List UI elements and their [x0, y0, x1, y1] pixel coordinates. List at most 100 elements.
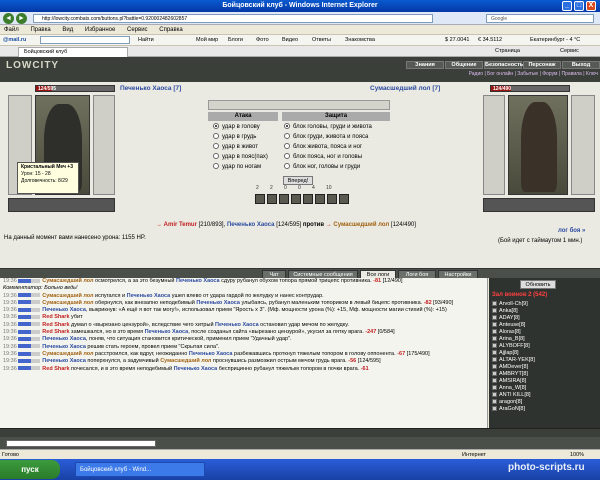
- log-player-name[interactable]: Сумасшедший лол: [160, 358, 211, 364]
- mailru-item-answers[interactable]: Ответы: [312, 35, 331, 45]
- log-player-name[interactable]: Сумасшедший лол: [42, 293, 93, 299]
- forward-button[interactable]: ►: [16, 13, 27, 24]
- minimize-button[interactable]: _: [562, 1, 572, 11]
- combat-log[interactable]: 19:36 Сумасшедший лол осмотрелся, а за э…: [0, 278, 488, 428]
- defense-radio[interactable]: [284, 163, 290, 170]
- log-player-name[interactable]: Печенько Хаоса: [145, 329, 189, 335]
- log-player-name[interactable]: Red Shark: [42, 314, 69, 320]
- player-nick[interactable]: AMBRYT[8]: [499, 371, 528, 377]
- defense-option-5[interactable]: блок ног, головы и груди: [284, 163, 360, 172]
- attack-radio[interactable]: [213, 163, 219, 170]
- log-player-name[interactable]: Red Shark: [42, 366, 69, 372]
- left-player-name[interactable]: Печенько Хаоса [7]: [120, 85, 181, 92]
- player-list-item[interactable]: Anna_W[8]: [492, 385, 535, 392]
- page-menu[interactable]: Страница: [495, 46, 520, 57]
- ability-icon[interactable]: [315, 194, 325, 204]
- mailru-item-photo[interactable]: Фото: [256, 35, 269, 45]
- log-player-name[interactable]: Печенько Хаоса: [42, 307, 86, 313]
- mailru-item-video[interactable]: Видео: [282, 35, 298, 45]
- nav-knowledge[interactable]: Знания: [406, 61, 444, 69]
- taskbar-item[interactable]: Бойцовский клуб - Wind...: [75, 462, 205, 477]
- attack-option-chest[interactable]: удар в грудь: [213, 133, 256, 142]
- vs-player-b[interactable]: Печенько Хаоса: [227, 222, 275, 228]
- nav-chat[interactable]: Общение: [445, 61, 483, 69]
- attack-option-groin[interactable]: удар в пояс(пах): [213, 153, 268, 162]
- log-player-name[interactable]: Red Shark: [42, 329, 69, 335]
- log-player-name[interactable]: Печенько Хаоса: [215, 322, 259, 328]
- defense-radio[interactable]: [284, 133, 290, 140]
- search-input[interactable]: Google: [486, 14, 594, 23]
- player-list-item[interactable]: Anka[8]: [492, 308, 535, 315]
- player-nick[interactable]: AraGoN[8]: [499, 406, 525, 412]
- player-nick[interactable]: AMSIRA[8]: [499, 378, 526, 384]
- attack-option-belly[interactable]: удар в живот: [213, 143, 258, 152]
- player-nick[interactable]: Arina_B[8]: [499, 336, 525, 342]
- battle-log-link[interactable]: лог боя »: [558, 228, 585, 234]
- maximize-button[interactable]: □: [574, 1, 584, 11]
- log-player-name[interactable]: Печенько Хаоса: [189, 351, 233, 357]
- log-player-name[interactable]: Печенько Хаоса: [127, 293, 171, 299]
- player-list-item[interactable]: ADAY[8]: [492, 315, 535, 322]
- menu-tools[interactable]: Сервис: [127, 27, 148, 33]
- right-avatar[interactable]: [508, 95, 568, 195]
- browser-tab[interactable]: Бойцовский клуб: [18, 47, 128, 57]
- mailru-logo[interactable]: @mail.ru: [3, 35, 26, 45]
- log-player-name[interactable]: Печенько Хаоса: [174, 366, 218, 372]
- defense-radio[interactable]: [284, 153, 290, 160]
- nav-exit[interactable]: Выход: [562, 61, 600, 69]
- player-list-item[interactable]: Arvoll-Ch[9]: [492, 301, 535, 308]
- mailru-item-myworld[interactable]: Мой мир: [196, 35, 218, 45]
- mailru-item-blogs[interactable]: Блоги: [228, 35, 243, 45]
- weather-text[interactable]: Екатеринбург - 4 °C: [530, 35, 580, 45]
- player-list-item[interactable]: AraGoN[8]: [492, 406, 535, 413]
- url-input[interactable]: http://lowcity.combats.com/buttons.pl?ba…: [33, 14, 433, 23]
- attack-option-legs[interactable]: удар по ногам: [213, 163, 261, 172]
- chat-input[interactable]: [6, 440, 156, 447]
- player-list-item[interactable]: ANTI KILL[8]: [492, 392, 535, 399]
- defense-option-3[interactable]: блок живота, пояса и ног: [284, 143, 362, 152]
- attack-radio[interactable]: [213, 153, 219, 160]
- start-button[interactable]: пуск: [0, 460, 60, 479]
- mailru-search-input[interactable]: [40, 36, 130, 44]
- log-player-name[interactable]: Сумасшедший лол: [42, 351, 93, 357]
- attack-option-head[interactable]: удар в голову: [213, 123, 260, 132]
- ability-icon[interactable]: [255, 194, 265, 204]
- menu-view[interactable]: Вид: [62, 27, 73, 33]
- player-nick[interactable]: ADAY[8]: [499, 315, 520, 321]
- menu-edit[interactable]: Правка: [30, 27, 50, 33]
- ability-icon[interactable]: [267, 194, 277, 204]
- player-list-item[interactable]: Anteuse[8]: [492, 322, 535, 329]
- mailru-item-dating[interactable]: Знакомства: [345, 35, 375, 45]
- player-nick[interactable]: AMDever[8]: [499, 364, 528, 370]
- defense-option-4[interactable]: блок пояса, ног и головы: [284, 153, 362, 162]
- menu-help[interactable]: Справка: [159, 27, 183, 33]
- player-list-item[interactable]: ALTAR-YEK[8]: [492, 357, 535, 364]
- player-list-item[interactable]: Aloras[8]: [492, 329, 535, 336]
- mailru-find-button[interactable]: Найти: [138, 35, 154, 45]
- ability-icon[interactable]: [279, 194, 289, 204]
- player-list-item[interactable]: aragon[8]: [492, 399, 535, 406]
- attack-radio[interactable]: [213, 143, 219, 150]
- tools-menu[interactable]: Сервис: [560, 46, 579, 57]
- player-list-item[interactable]: ALYBOFF[8]: [492, 343, 535, 350]
- menu-file[interactable]: Файл: [4, 27, 19, 33]
- player-list-item[interactable]: AMBRYT[8]: [492, 371, 535, 378]
- defense-option-1[interactable]: блок головы, груди и живота: [284, 123, 372, 132]
- log-player-name[interactable]: Сумасшедший лол: [42, 300, 93, 306]
- defense-radio[interactable]: [284, 123, 290, 130]
- log-player-name[interactable]: Red Shark: [42, 322, 69, 328]
- player-nick[interactable]: ALTAR-YEK[8]: [499, 357, 535, 363]
- player-nick[interactable]: Ajjlap[8]: [499, 350, 519, 356]
- player-list-item[interactable]: AMDever[8]: [492, 364, 535, 371]
- player-nick[interactable]: aragon[8]: [499, 399, 522, 405]
- menu-favorites[interactable]: Избранное: [85, 27, 115, 33]
- attack-radio[interactable]: [213, 123, 219, 130]
- vs-player-c[interactable]: Сумасшедший лол: [333, 222, 389, 228]
- player-nick[interactable]: Anka[8]: [499, 308, 518, 314]
- player-nick[interactable]: ANTI KILL[8]: [499, 392, 531, 398]
- player-nick[interactable]: ALYBOFF[8]: [499, 343, 530, 349]
- ability-icon[interactable]: [339, 194, 349, 204]
- player-list-item[interactable]: Arina_B[8]: [492, 336, 535, 343]
- attack-radio[interactable]: [213, 133, 219, 140]
- log-player-name[interactable]: Печенько Хаоса: [42, 358, 86, 364]
